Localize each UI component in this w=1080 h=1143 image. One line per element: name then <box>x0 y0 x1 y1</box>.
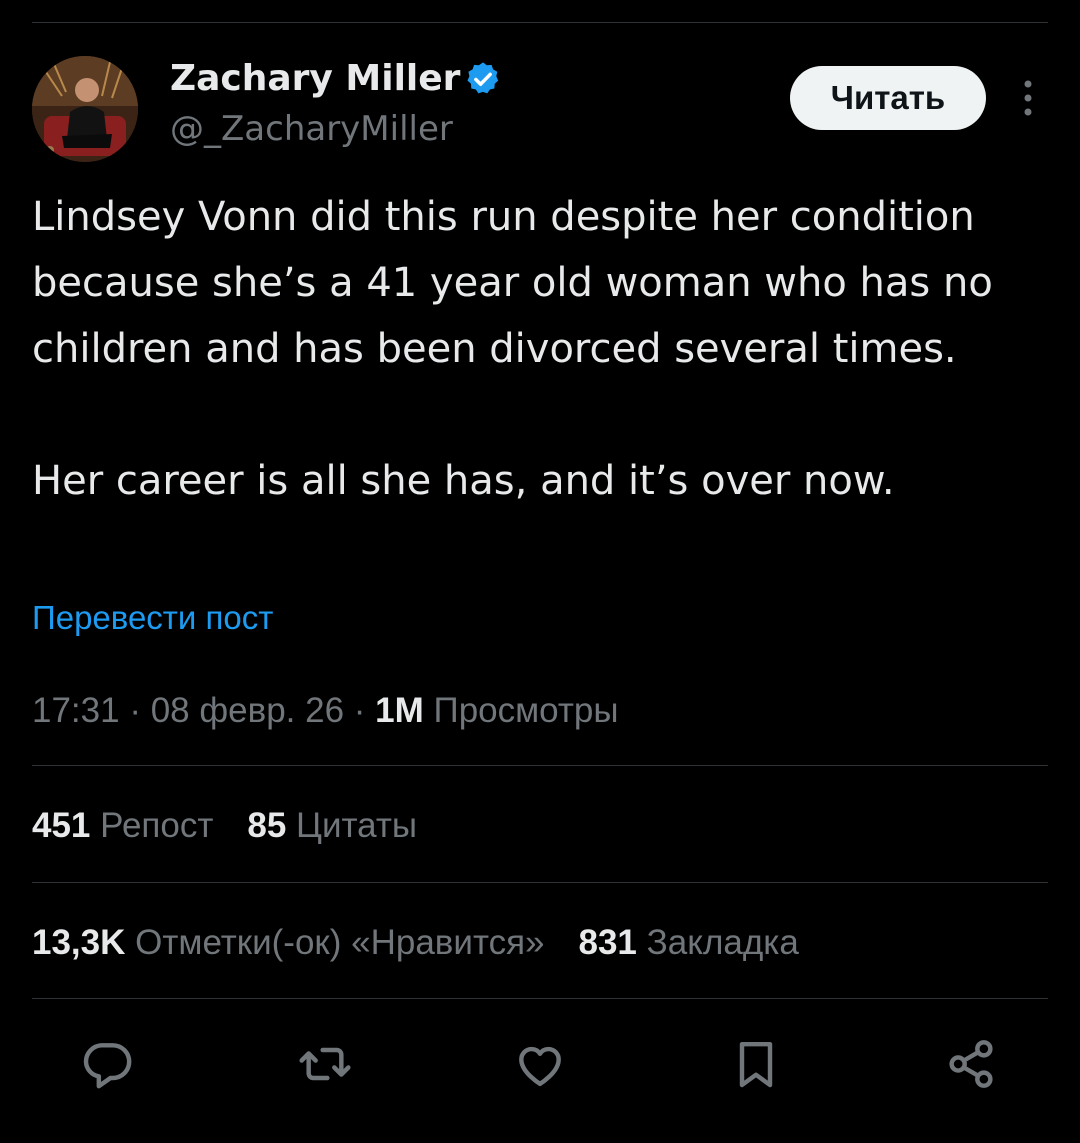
reposts-label: Репост <box>100 806 214 845</box>
like-icon[interactable] <box>512 1036 568 1092</box>
tweet-text: Lindsey Vonn did this run despite her co… <box>32 184 1042 514</box>
reposts-stat[interactable]: 451 Репост <box>32 806 213 845</box>
bookmarks-stat[interactable]: 831 Закладка <box>579 923 799 962</box>
likes-stat[interactable]: 13,3K Отметки(-ок) «Нравится» <box>32 923 545 962</box>
tweet-detail: Zachary Miller @_ZacharyMiller Читать Li… <box>0 0 1080 1143</box>
views-count: 1M <box>375 691 424 730</box>
likes-label: Отметки(-ок) «Нравится» <box>135 923 545 962</box>
separator: · <box>344 691 376 730</box>
repost-icon[interactable] <box>297 1036 353 1092</box>
quotes-stat[interactable]: 85 Цитаты <box>247 806 417 845</box>
verified-badge-icon[interactable] <box>464 60 502 98</box>
user-handle[interactable]: @_ZacharyMiller <box>170 106 453 152</box>
reply-icon[interactable] <box>79 1036 135 1092</box>
tweet-date[interactable]: 08 февр. 26 <box>151 691 344 730</box>
views-label: Просмотры <box>433 691 619 730</box>
tweet-paragraph: Her career is all she has, and it’s over… <box>32 458 895 504</box>
bookmarks-label: Закладка <box>646 923 799 962</box>
likes-count: 13,3K <box>32 923 126 962</box>
follow-button[interactable]: Читать <box>790 66 986 130</box>
quotes-label: Цитаты <box>296 806 418 845</box>
tweet-time[interactable]: 17:31 <box>32 691 120 730</box>
translate-post-link[interactable]: Перевести пост <box>32 596 273 640</box>
separator: · <box>119 691 151 730</box>
bookmark-icon[interactable] <box>728 1036 784 1092</box>
avatar[interactable] <box>32 56 138 162</box>
divider <box>32 998 1048 999</box>
display-name[interactable]: Zachary Miller <box>170 56 460 102</box>
avatar-image <box>32 56 138 162</box>
share-icon[interactable] <box>943 1036 999 1092</box>
divider <box>32 882 1048 883</box>
reposts-count: 451 <box>32 806 91 845</box>
tweet-meta: 17:31 · 08 февр. 26 · 1M Просмотры <box>32 688 619 734</box>
stats-row-likes: 13,3K Отметки(-ок) «Нравится» 831 Закладк… <box>32 920 799 966</box>
top-divider <box>32 22 1048 23</box>
stats-row-reposts: 451 Репост 85 Цитаты <box>32 803 417 849</box>
more-options-icon[interactable] <box>1008 74 1048 122</box>
quotes-count: 85 <box>247 806 287 845</box>
tweet-paragraph: Lindsey Vonn did this run despite her co… <box>32 194 993 372</box>
bookmarks-count: 831 <box>578 923 637 962</box>
divider <box>32 765 1048 766</box>
